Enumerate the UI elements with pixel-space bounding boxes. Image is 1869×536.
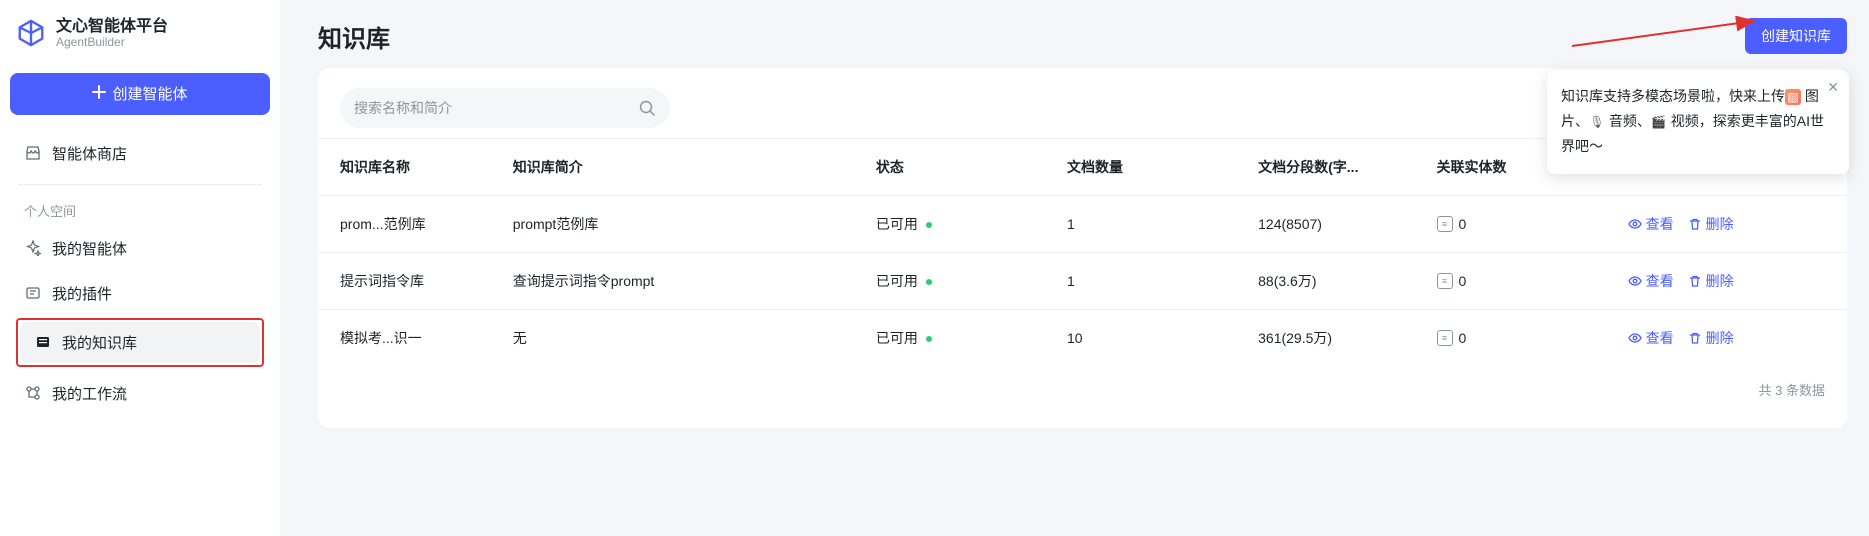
- cell-segments: 88(3.6万): [1248, 253, 1426, 310]
- th-docs: 文档数量: [1057, 139, 1248, 196]
- table-row: 提示词指令库查询提示词指令prompt已可用188(3.6万)≡0查看删除: [318, 253, 1847, 310]
- sidebar-item-label: 我的插件: [52, 283, 112, 304]
- feature-popover: ✕ 知识库支持多模态场景啦，快来上传▧ 图片、🎙 音频、🎬 视频，探索更丰富的A…: [1547, 70, 1849, 174]
- cell-assoc: ≡0: [1427, 196, 1618, 253]
- brand: 文心智能体平台 AgentBuilder: [10, 18, 270, 49]
- sparkle-icon: [24, 239, 42, 257]
- view-link[interactable]: 查看: [1628, 328, 1674, 348]
- main-content: 知识库 创建知识库 ✕ 知识库支持多模态场景啦，快来上传▧ 图片、🎙 音频、🎬 …: [300, 0, 1869, 428]
- create-agent-button[interactable]: 创建智能体: [10, 73, 270, 115]
- video-icon: 🎬: [1651, 114, 1667, 130]
- cell-assoc: ≡0: [1427, 310, 1618, 367]
- th-segments: 文档分段数(字...: [1248, 139, 1426, 196]
- cell-intro: 查询提示词指令prompt: [503, 253, 866, 310]
- sidebar: 文心智能体平台 AgentBuilder 创建智能体 智能体商店 个人空间 我的…: [0, 0, 280, 536]
- view-link[interactable]: 查看: [1628, 214, 1674, 234]
- sidebar-item-my-agents[interactable]: 我的智能体: [10, 228, 270, 269]
- plugin-icon: [24, 284, 42, 302]
- delete-link[interactable]: 删除: [1688, 214, 1734, 234]
- brand-subtitle: AgentBuilder: [56, 36, 168, 49]
- sidebar-section-label: 个人空间: [10, 195, 270, 228]
- brand-logo-icon: [16, 18, 46, 48]
- sidebar-divider: [18, 184, 262, 185]
- cell-status: 已可用: [866, 253, 1057, 310]
- cell-docs: 1: [1057, 253, 1248, 310]
- search-box[interactable]: [340, 88, 670, 128]
- plus-icon: [92, 85, 106, 103]
- store-icon: [24, 144, 42, 162]
- content-card: ✕ 知识库支持多模态场景啦，快来上传▧ 图片、🎙 音频、🎬 视频，探索更丰富的A…: [318, 68, 1847, 428]
- cell-status: 已可用: [866, 310, 1057, 367]
- cell-assoc: ≡0: [1427, 253, 1618, 310]
- cell-docs: 1: [1057, 196, 1248, 253]
- sidebar-item-store[interactable]: 智能体商店: [10, 133, 270, 174]
- sidebar-item-label: 我的智能体: [52, 238, 127, 259]
- cell-ops: 查看删除: [1618, 310, 1847, 367]
- sidebar-item-my-workflows[interactable]: 我的工作流: [10, 373, 270, 414]
- highlight-annotation: 我的知识库: [16, 318, 264, 367]
- table-row: 模拟考...识一无已可用10361(29.5万)≡0查看删除: [318, 310, 1847, 367]
- search-icon: [638, 99, 656, 117]
- cell-intro: 无: [503, 310, 866, 367]
- popover-text: 知识库支持多模态场景啦，快来上传: [1561, 88, 1785, 104]
- search-input[interactable]: [354, 100, 630, 116]
- entity-icon: ≡: [1437, 216, 1453, 232]
- status-dot-icon: [926, 222, 932, 228]
- table-row: prom...范例库prompt范例库已可用1124(8507)≡0查看删除: [318, 196, 1847, 253]
- sidebar-store-label: 智能体商店: [52, 143, 127, 164]
- th-name: 知识库名称: [318, 139, 503, 196]
- status-dot-icon: [926, 279, 932, 285]
- cell-segments: 361(29.5万): [1248, 310, 1426, 367]
- entity-icon: ≡: [1437, 330, 1453, 346]
- create-agent-label: 创建智能体: [112, 83, 187, 104]
- cell-docs: 10: [1057, 310, 1248, 367]
- workflow-icon: [24, 384, 42, 402]
- sidebar-item-label: 我的知识库: [62, 332, 137, 353]
- image-icon: ▧: [1785, 89, 1801, 105]
- audio-icon: 🎙: [1589, 114, 1605, 130]
- cell-name: 模拟考...识一: [318, 310, 503, 367]
- entity-icon: ≡: [1437, 273, 1453, 289]
- cell-intro: prompt范例库: [503, 196, 866, 253]
- brand-title: 文心智能体平台: [56, 18, 168, 36]
- popover-text: 音频、: [1609, 113, 1651, 129]
- cell-segments: 124(8507): [1248, 196, 1426, 253]
- delete-link[interactable]: 删除: [1688, 328, 1734, 348]
- cell-ops: 查看删除: [1618, 196, 1847, 253]
- knowledge-icon: [34, 333, 52, 351]
- create-knowledge-button[interactable]: 创建知识库: [1745, 18, 1847, 54]
- cell-status: 已可用: [866, 196, 1057, 253]
- view-link[interactable]: 查看: [1628, 271, 1674, 291]
- page-title: 知识库: [318, 19, 390, 54]
- th-status: 状态: [866, 139, 1057, 196]
- status-dot-icon: [926, 336, 932, 342]
- page-header: 知识库 创建知识库: [318, 18, 1847, 54]
- sidebar-item-label: 我的工作流: [52, 383, 127, 404]
- close-icon[interactable]: ✕: [1827, 80, 1839, 94]
- cell-ops: 查看删除: [1618, 253, 1847, 310]
- sidebar-item-my-plugins[interactable]: 我的插件: [10, 273, 270, 314]
- cell-name: prom...范例库: [318, 196, 503, 253]
- th-intro: 知识库简介: [503, 139, 866, 196]
- sidebar-item-my-knowledge[interactable]: 我的知识库: [20, 322, 260, 363]
- delete-link[interactable]: 删除: [1688, 271, 1734, 291]
- cell-name: 提示词指令库: [318, 253, 503, 310]
- footer-total: 共 3 条数据: [318, 366, 1847, 399]
